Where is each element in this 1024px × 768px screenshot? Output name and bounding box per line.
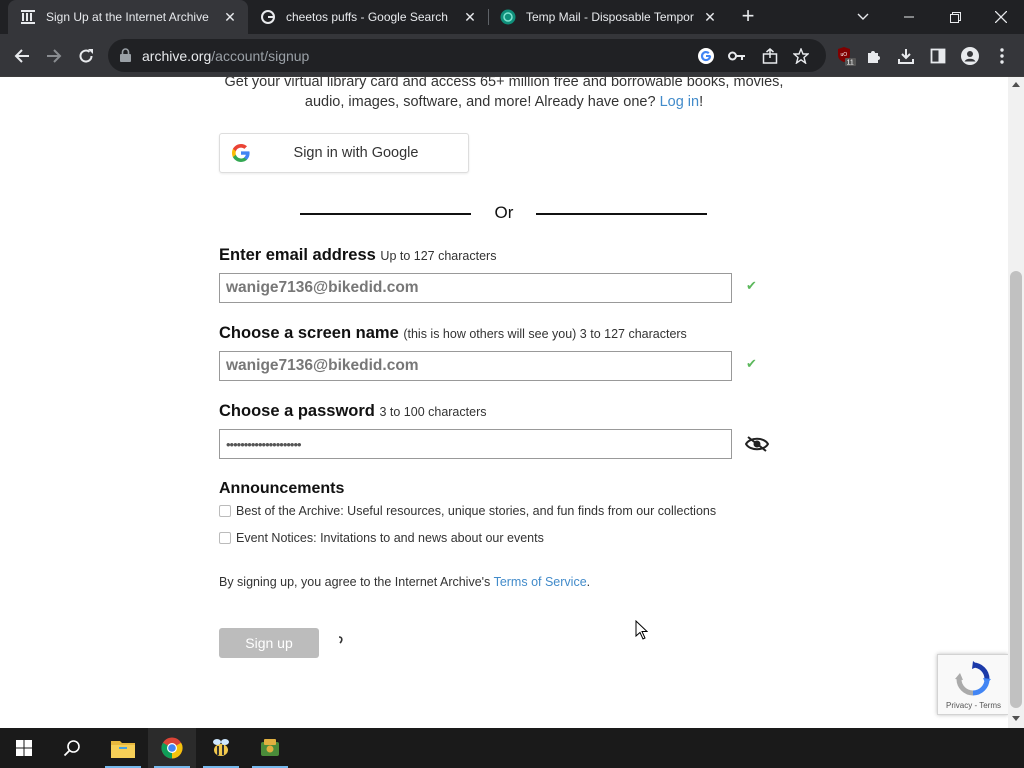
password-label-text: Choose a password xyxy=(219,402,375,420)
email-label-text: Enter email address xyxy=(219,246,376,264)
new-tab-plus-icon[interactable]: + xyxy=(736,5,760,29)
svg-text:uO: uO xyxy=(841,52,848,58)
password-field[interactable] xyxy=(219,429,732,459)
url-path: /account/signup xyxy=(211,48,310,64)
tab-close-icon[interactable]: ✕ xyxy=(462,9,478,25)
tab-title: Temp Mail - Disposable Tempor xyxy=(526,10,694,24)
page-viewport: Get your virtual library card and access… xyxy=(0,77,1008,728)
reload-icon[interactable] xyxy=(72,42,100,70)
search-icon[interactable] xyxy=(48,728,96,768)
login-link[interactable]: Log in xyxy=(660,94,700,110)
recaptcha-badge[interactable]: Privacy - Terms xyxy=(937,654,1008,715)
windows-start-icon[interactable] xyxy=(0,728,48,768)
password-label: Choose a password 3 to 100 characters xyxy=(219,402,486,421)
star-bookmark-icon[interactable] xyxy=(790,45,812,67)
password-hint: 3 to 100 characters xyxy=(379,405,487,419)
chrome-taskbar-icon[interactable] xyxy=(148,728,196,768)
scroll-down-arrow-icon[interactable] xyxy=(1012,716,1020,721)
screenname-hint: (this is how others will see you) 3 to 1… xyxy=(403,327,687,341)
google-button-label: Sign in with Google xyxy=(293,145,419,161)
google-icon xyxy=(260,9,276,25)
announcement-event-notices[interactable]: Event Notices: Invitations to and news a… xyxy=(219,531,544,545)
screenname-field[interactable] xyxy=(219,351,732,381)
tab-archive-signup[interactable]: Sign Up at the Internet Archive ✕ xyxy=(8,0,248,34)
scrollbar-thumb[interactable] xyxy=(1010,271,1022,708)
toggle-password-visibility-eye-icon[interactable] xyxy=(744,435,770,458)
forward-arrow-icon[interactable] xyxy=(40,42,68,70)
tab-search-chevron-icon[interactable] xyxy=(840,0,886,34)
bee-app-icon[interactable] xyxy=(197,728,245,768)
terms-suffix: . xyxy=(586,575,591,589)
terms-prefix: By signing up, you agree to the Internet… xyxy=(219,575,491,589)
lock-icon[interactable] xyxy=(120,48,131,67)
loading-spinner-icon xyxy=(337,635,345,648)
or-divider-right xyxy=(536,213,707,215)
download-icon[interactable] xyxy=(892,42,920,70)
email-field[interactable] xyxy=(219,273,732,303)
tab-close-icon[interactable]: ✕ xyxy=(702,9,718,25)
back-arrow-icon[interactable] xyxy=(8,42,36,70)
url-domain: archive.org xyxy=(142,48,212,64)
google-lens-icon[interactable] xyxy=(695,45,717,67)
best-of-archive-checkbox[interactable] xyxy=(219,505,231,517)
extension-badge: 11 xyxy=(847,60,854,67)
tab-close-icon[interactable]: ✕ xyxy=(222,9,238,25)
key-icon[interactable] xyxy=(726,45,748,67)
tab-temp-mail[interactable]: Temp Mail - Disposable Tempor ✕ xyxy=(488,0,728,34)
screenname-label-text: Choose a screen name xyxy=(219,324,399,342)
email-hint: Up to 127 characters xyxy=(380,249,497,263)
mouse-cursor-icon xyxy=(635,619,649,645)
tab-strip: Sign Up at the Internet Archive ✕ cheeto… xyxy=(0,0,1024,34)
address-bar[interactable]: archive.org/account/signup xyxy=(108,39,826,72)
terms-of-service-link[interactable]: Terms of Service xyxy=(494,575,587,589)
login-suffix: ! xyxy=(699,94,704,110)
sign-in-with-google-button[interactable]: Sign in with Google xyxy=(219,133,469,173)
green-app-icon[interactable] xyxy=(246,728,294,768)
minimize-icon[interactable] xyxy=(886,0,932,34)
ublock-extension-icon[interactable]: uO 11 xyxy=(832,42,860,70)
tab-title: Sign Up at the Internet Archive xyxy=(46,10,209,24)
intro-paragraph: Get your virtual library card and access… xyxy=(219,77,789,112)
file-explorer-icon[interactable] xyxy=(99,728,147,768)
restore-icon[interactable] xyxy=(932,0,978,34)
more-menu-icon[interactable] xyxy=(988,42,1016,70)
browser-toolbar: archive.org/account/signup uO 11 xyxy=(0,34,1024,77)
event-notices-checkbox[interactable] xyxy=(219,532,231,544)
screenname-valid-check-icon: ✔ xyxy=(746,356,757,371)
extensions-puzzle-icon[interactable] xyxy=(860,42,888,70)
tab-google-search[interactable]: cheetos puffs - Google Search ✕ xyxy=(248,0,488,34)
recaptcha-links[interactable]: Privacy - Terms xyxy=(938,701,1008,710)
windows-taskbar xyxy=(0,728,1024,768)
side-panel-icon[interactable] xyxy=(924,42,952,70)
or-divider-text: Or xyxy=(494,203,514,222)
tab-title: cheetos puffs - Google Search xyxy=(286,10,448,24)
announcement-best-of-archive[interactable]: Best of the Archive: Useful resources, u… xyxy=(219,504,716,518)
url-text[interactable]: archive.org/account/signup xyxy=(142,48,309,64)
scroll-up-arrow-icon[interactable] xyxy=(1012,82,1020,87)
event-notices-label: Event Notices: Invitations to and news a… xyxy=(236,531,544,545)
share-icon[interactable] xyxy=(759,45,781,67)
close-window-icon[interactable] xyxy=(978,0,1024,34)
terms-notice: By signing up, you agree to the Internet… xyxy=(219,575,590,589)
archive-icon xyxy=(20,9,36,25)
screenname-label: Choose a screen name (this is how others… xyxy=(219,324,687,343)
sign-up-button[interactable]: Sign up xyxy=(219,628,319,658)
tempmail-icon xyxy=(500,9,516,25)
best-of-archive-label: Best of the Archive: Useful resources, u… xyxy=(236,504,717,518)
email-valid-check-icon: ✔ xyxy=(746,278,757,293)
profile-avatar-icon[interactable] xyxy=(956,42,984,70)
announcements-heading: Announcements xyxy=(219,480,345,497)
or-divider-left xyxy=(300,213,471,215)
email-label: Enter email address Up to 127 characters xyxy=(219,246,496,265)
recaptcha-logo-icon xyxy=(955,661,991,702)
